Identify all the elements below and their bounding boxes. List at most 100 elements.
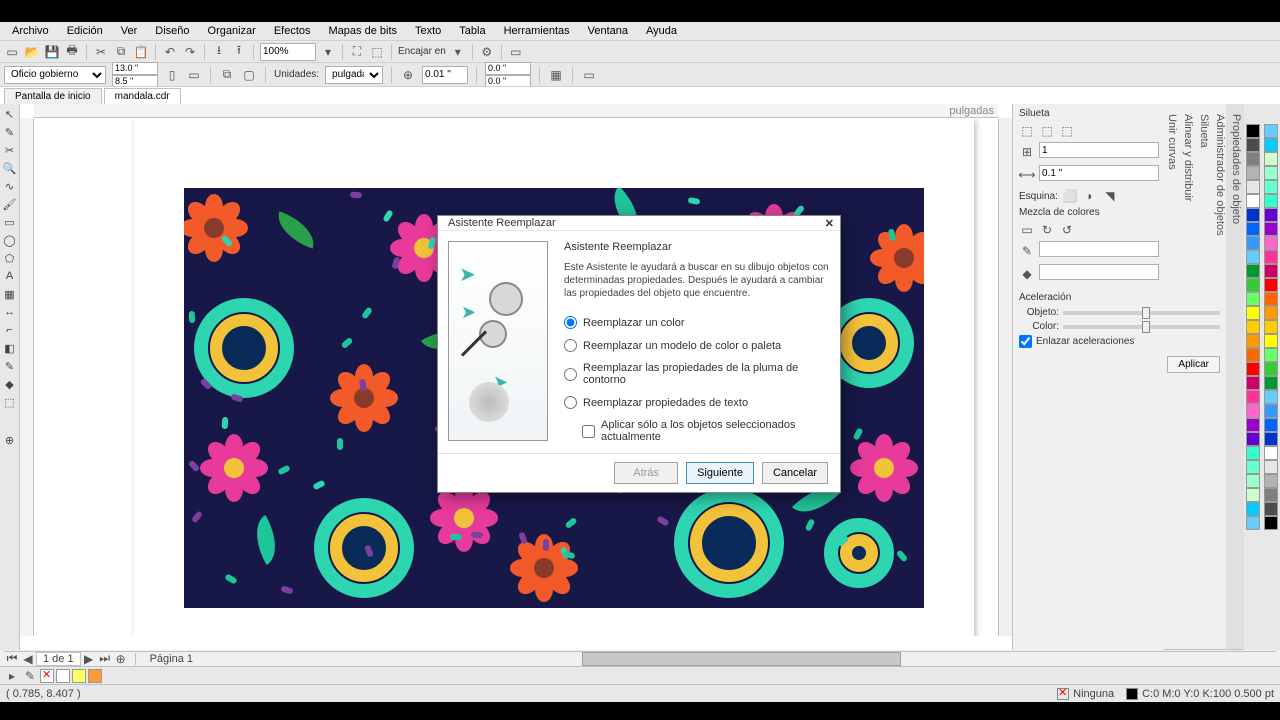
close-icon[interactable]: ✕ [825, 217, 834, 230]
corner-miter-icon[interactable]: ⬜ [1062, 188, 1078, 204]
color-swatch[interactable] [1264, 362, 1278, 376]
chevron-down-icon[interactable]: ▾ [450, 44, 466, 60]
dimension-tool-icon[interactable]: ↔ [2, 304, 18, 320]
color-swatch[interactable] [1264, 502, 1278, 516]
accel-object-slider[interactable] [1063, 311, 1220, 315]
menu-ventana[interactable]: Ventana [580, 24, 636, 38]
menu-ver[interactable]: Ver [113, 24, 146, 38]
chevron-down-icon[interactable]: ▾ [320, 44, 336, 60]
text-tool-icon[interactable]: A [2, 268, 18, 284]
save-icon[interactable]: 💾 [44, 44, 60, 60]
color-swatch[interactable] [1264, 446, 1278, 460]
menu-edición[interactable]: Edición [59, 24, 111, 38]
contour-outside-icon[interactable]: ⬚ [1059, 123, 1075, 139]
currentpage-icon[interactable]: ▢ [241, 67, 257, 83]
zoom-combo[interactable] [260, 43, 316, 61]
outline-tool-icon[interactable]: ⬚ [2, 394, 18, 410]
color-swatch[interactable] [1264, 124, 1278, 138]
color-swatch[interactable] [1246, 124, 1260, 138]
color-swatch[interactable] [1246, 474, 1260, 488]
publish-icon[interactable]: ⬚ [369, 44, 385, 60]
menu-texto[interactable]: Texto [407, 24, 449, 38]
corner-bevel-icon[interactable]: ◥ [1102, 188, 1118, 204]
color-swatch[interactable] [1246, 362, 1260, 376]
color-swatch[interactable] [1246, 418, 1260, 432]
menu-organizar[interactable]: Organizar [200, 24, 264, 38]
color-swatch[interactable] [1246, 222, 1260, 236]
color-swatch[interactable] [1246, 278, 1260, 292]
options-icon[interactable]: ⚙ [479, 44, 495, 60]
eyedropper-icon[interactable]: ✎ [22, 668, 38, 684]
launch-icon[interactable]: ▭ [508, 44, 524, 60]
pagesize-combo[interactable]: Oficio gobierno [4, 66, 106, 84]
color-swatch[interactable] [1264, 292, 1278, 306]
docker-tab[interactable]: Administrador de objetos [1212, 104, 1228, 650]
shape-tool-icon[interactable]: ✎ [2, 124, 18, 140]
link-accel-checkbox[interactable] [1019, 335, 1032, 348]
color-swatch[interactable] [1264, 138, 1278, 152]
color-swatch[interactable] [72, 669, 86, 683]
color-swatch[interactable] [1264, 236, 1278, 250]
table-tool-icon[interactable]: ▦ [2, 286, 18, 302]
color-swatch[interactable] [1264, 194, 1278, 208]
ellipse-tool-icon[interactable]: ◯ [2, 232, 18, 248]
radio-replace-outline[interactable] [564, 368, 577, 381]
color-swatch[interactable] [1264, 432, 1278, 446]
effects-tool-icon[interactable]: ◧ [2, 340, 18, 356]
outline-color-input[interactable] [1039, 241, 1159, 257]
corner-round-icon[interactable]: ◗ [1082, 188, 1098, 204]
color-swatch[interactable] [1264, 516, 1278, 530]
pick-tool-icon[interactable]: ↖ [2, 106, 18, 122]
color-swatch[interactable] [1264, 488, 1278, 502]
tab-file[interactable]: mandala.cdr [104, 88, 181, 104]
color-swatch[interactable] [1246, 306, 1260, 320]
radio-replace-color[interactable] [564, 316, 577, 329]
scrollbar-vertical[interactable] [998, 118, 1012, 636]
paste-icon[interactable]: 📋 [133, 44, 149, 60]
color-swatch[interactable] [1264, 222, 1278, 236]
back-button[interactable]: Atrás [614, 462, 678, 484]
menu-ayuda[interactable]: Ayuda [638, 24, 685, 38]
color-swatch[interactable] [1246, 502, 1260, 516]
color-swatch[interactable] [1246, 236, 1260, 250]
cut-icon[interactable]: ✂ [93, 44, 109, 60]
color-swatch[interactable] [1246, 320, 1260, 334]
color-swatch[interactable] [1264, 376, 1278, 390]
next-button[interactable]: Siguiente [686, 462, 754, 484]
color-swatch[interactable] [1264, 264, 1278, 278]
color-swatch[interactable] [1264, 208, 1278, 222]
color-swatch[interactable] [56, 669, 70, 683]
allpages-icon[interactable]: ⧉ [219, 67, 235, 83]
color-swatch[interactable] [1246, 152, 1260, 166]
menu-efectos[interactable]: Efectos [266, 24, 319, 38]
color-swatch[interactable] [1264, 152, 1278, 166]
contour-center-icon[interactable]: ⬚ [1039, 123, 1055, 139]
crop-tool-icon[interactable]: ✂ [2, 142, 18, 158]
color-swatch[interactable] [1264, 250, 1278, 264]
offset-input[interactable] [1039, 165, 1159, 181]
color-swatch[interactable] [1246, 404, 1260, 418]
units-combo[interactable]: pulgadas [325, 66, 383, 84]
tab-start[interactable]: Pantalla de inicio [4, 88, 102, 104]
menu-mapas de bits[interactable]: Mapas de bits [321, 24, 405, 38]
steps-input[interactable] [1039, 142, 1159, 158]
add-page-icon[interactable]: ⊕ [113, 651, 129, 667]
color-swatch[interactable] [1246, 194, 1260, 208]
color-swatch[interactable] [1246, 488, 1260, 502]
color-swatch[interactable] [1246, 208, 1260, 222]
radio-replace-text[interactable] [564, 396, 577, 409]
color-swatch[interactable] [1264, 320, 1278, 334]
open-icon[interactable]: 📂 [24, 44, 40, 60]
color-swatch[interactable] [1264, 460, 1278, 474]
color-swatch[interactable] [1246, 446, 1260, 460]
menu-herramientas[interactable]: Herramientas [496, 24, 578, 38]
color-swatch[interactable] [1246, 516, 1260, 530]
color-swatch[interactable] [1264, 306, 1278, 320]
radio-replace-model[interactable] [564, 339, 577, 352]
color-swatch[interactable] [1264, 418, 1278, 432]
undo-icon[interactable]: ↶ [162, 44, 178, 60]
copy-icon[interactable]: ⧉ [113, 44, 129, 60]
color-swatch[interactable] [1246, 166, 1260, 180]
color-swatch[interactable] [88, 669, 102, 683]
docker-tab[interactable]: Propiedades de objeto [1228, 104, 1244, 650]
